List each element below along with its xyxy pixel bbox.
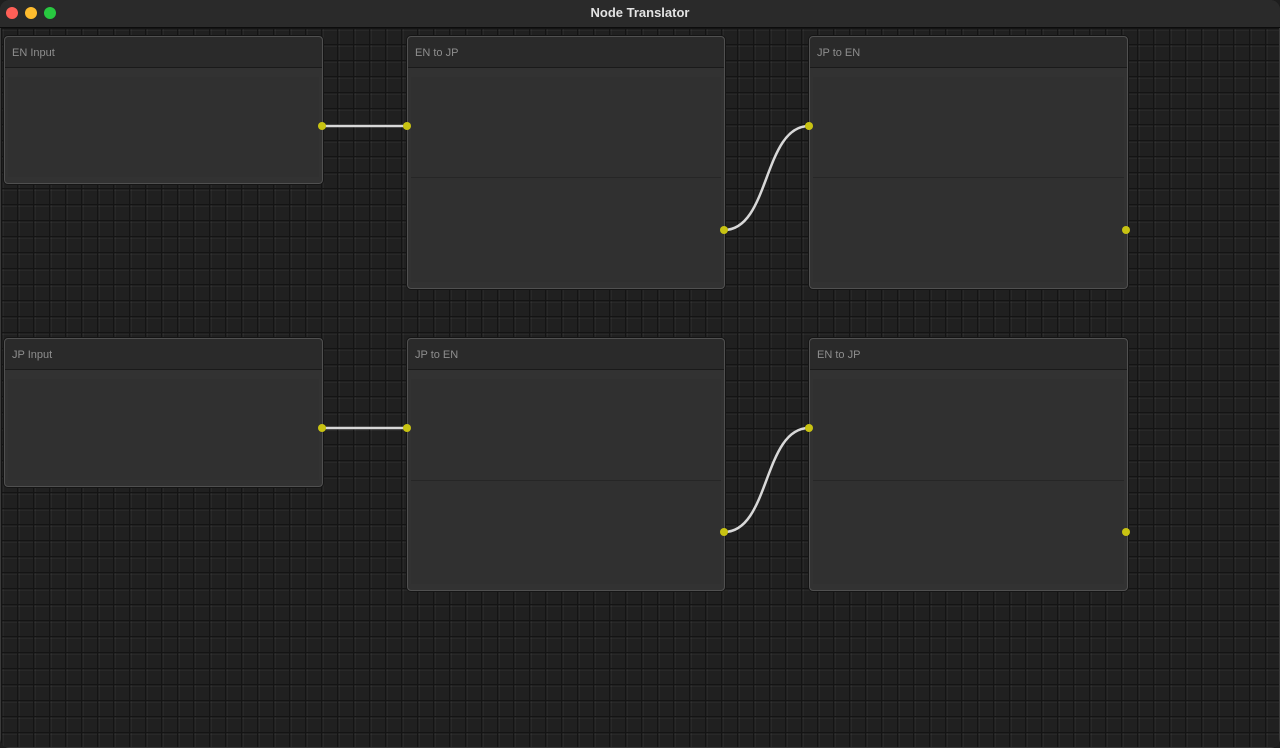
node-en-to-jp[interactable]: EN to JP [809,338,1128,591]
node-jp-input[interactable]: JP Input [4,338,323,487]
input-port[interactable] [805,122,813,130]
node-title: JP to EN [415,349,459,361]
node-title: JP to EN [817,47,861,59]
node-title: EN to JP [415,47,459,59]
node-en-to-jp[interactable]: EN to JP [407,36,725,289]
output-port[interactable] [720,528,728,536]
node-title: EN to JP [817,349,861,361]
window-title: Node Translator [590,5,690,20]
input-port[interactable] [403,122,411,130]
title-bar[interactable]: Node Translator [0,0,1280,28]
node-divider [813,177,1124,178]
node-content[interactable] [411,379,721,584]
node-divider [411,177,721,178]
node-content[interactable] [8,77,319,177]
input-port[interactable] [805,424,813,432]
node-jp-to-en[interactable]: JP to EN [809,36,1128,289]
node-en-input[interactable]: EN Input [4,36,323,184]
app-window: Node Translator EN Input EN to JP JP to … [0,0,1280,748]
output-port[interactable] [318,424,326,432]
node-header[interactable]: JP to EN [810,37,1127,68]
node-title: JP Input [12,349,53,361]
node-content[interactable] [8,379,319,480]
node-divider [813,480,1124,481]
node-title: EN Input [12,47,55,59]
node-header[interactable]: JP Input [5,339,322,370]
output-port[interactable] [318,122,326,130]
node-content[interactable] [813,379,1124,584]
node-header[interactable]: JP to EN [408,339,724,370]
node-header[interactable]: EN to JP [408,37,724,68]
node-divider [411,480,721,481]
output-port[interactable] [1122,528,1130,536]
node-jp-to-en[interactable]: JP to EN [407,338,725,591]
output-port[interactable] [1122,226,1130,234]
node-header[interactable]: EN Input [5,37,322,68]
input-port[interactable] [403,424,411,432]
node-content[interactable] [813,77,1124,282]
node-content[interactable] [411,77,721,282]
output-port[interactable] [720,226,728,234]
node-header[interactable]: EN to JP [810,339,1127,370]
